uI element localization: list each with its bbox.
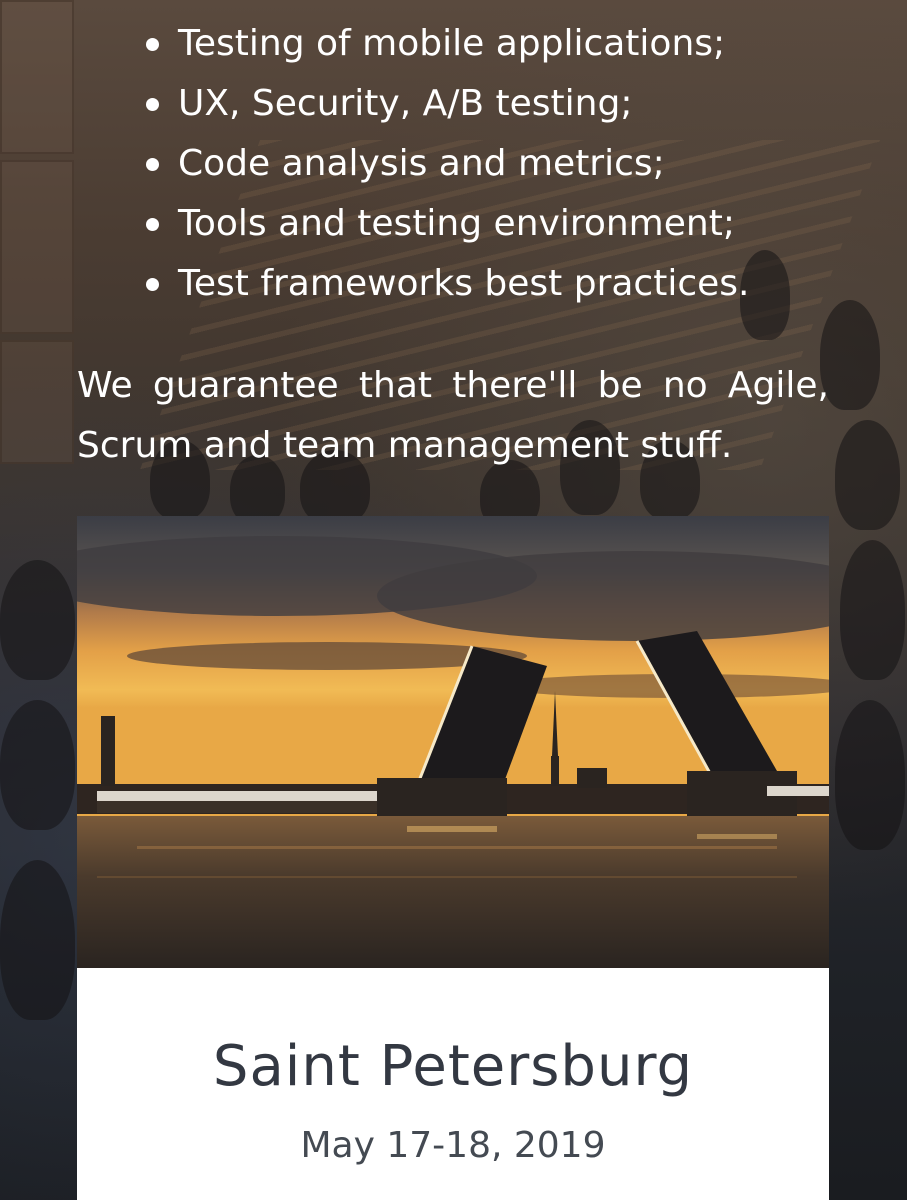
event-card[interactable]: Saint Petersburg May 17-18, 2019 <box>77 516 829 1200</box>
background-crowd <box>0 700 75 830</box>
guarantee-paragraph: We guarantee that there'll be no Agile, … <box>77 365 829 466</box>
event-photo <box>77 516 829 968</box>
feature-item: Code analysis and metrics; <box>138 134 749 194</box>
background-panel <box>0 340 74 464</box>
bullet-icon <box>146 38 159 51</box>
feature-item-label: Test frameworks best practices. <box>178 263 750 304</box>
feature-item: Tools and testing environment; <box>138 194 749 254</box>
bullet-icon <box>146 218 159 231</box>
feature-item-label: UX, Security, A/B testing; <box>178 83 633 124</box>
event-city-title: Saint Petersburg <box>212 1034 694 1099</box>
bullet-icon <box>146 158 159 171</box>
drawbridge-sunset-image <box>77 516 829 968</box>
page: Testing of mobile applications; UX, Secu… <box>0 0 907 1200</box>
background-crowd <box>0 560 75 680</box>
background-crowd <box>0 860 75 1020</box>
background-crowd <box>835 700 905 850</box>
background-panel <box>0 0 74 154</box>
background-crowd <box>820 300 880 410</box>
bullet-icon <box>146 278 159 291</box>
feature-item: UX, Security, A/B testing; <box>138 74 749 134</box>
background-crowd <box>840 540 905 680</box>
background-crowd <box>835 420 900 530</box>
feature-item: Testing of mobile applications; <box>138 14 749 74</box>
feature-item-label: Code analysis and metrics; <box>178 143 665 184</box>
bullet-icon <box>146 98 159 111</box>
background-panel <box>0 160 74 334</box>
feature-list: Testing of mobile applications; UX, Secu… <box>138 14 749 314</box>
feature-item-label: Tools and testing environment; <box>178 203 735 244</box>
feature-item-label: Testing of mobile applications; <box>178 23 726 64</box>
feature-item: Test frameworks best practices. <box>138 254 749 314</box>
event-date: May 17-18, 2019 <box>300 1125 606 1166</box>
